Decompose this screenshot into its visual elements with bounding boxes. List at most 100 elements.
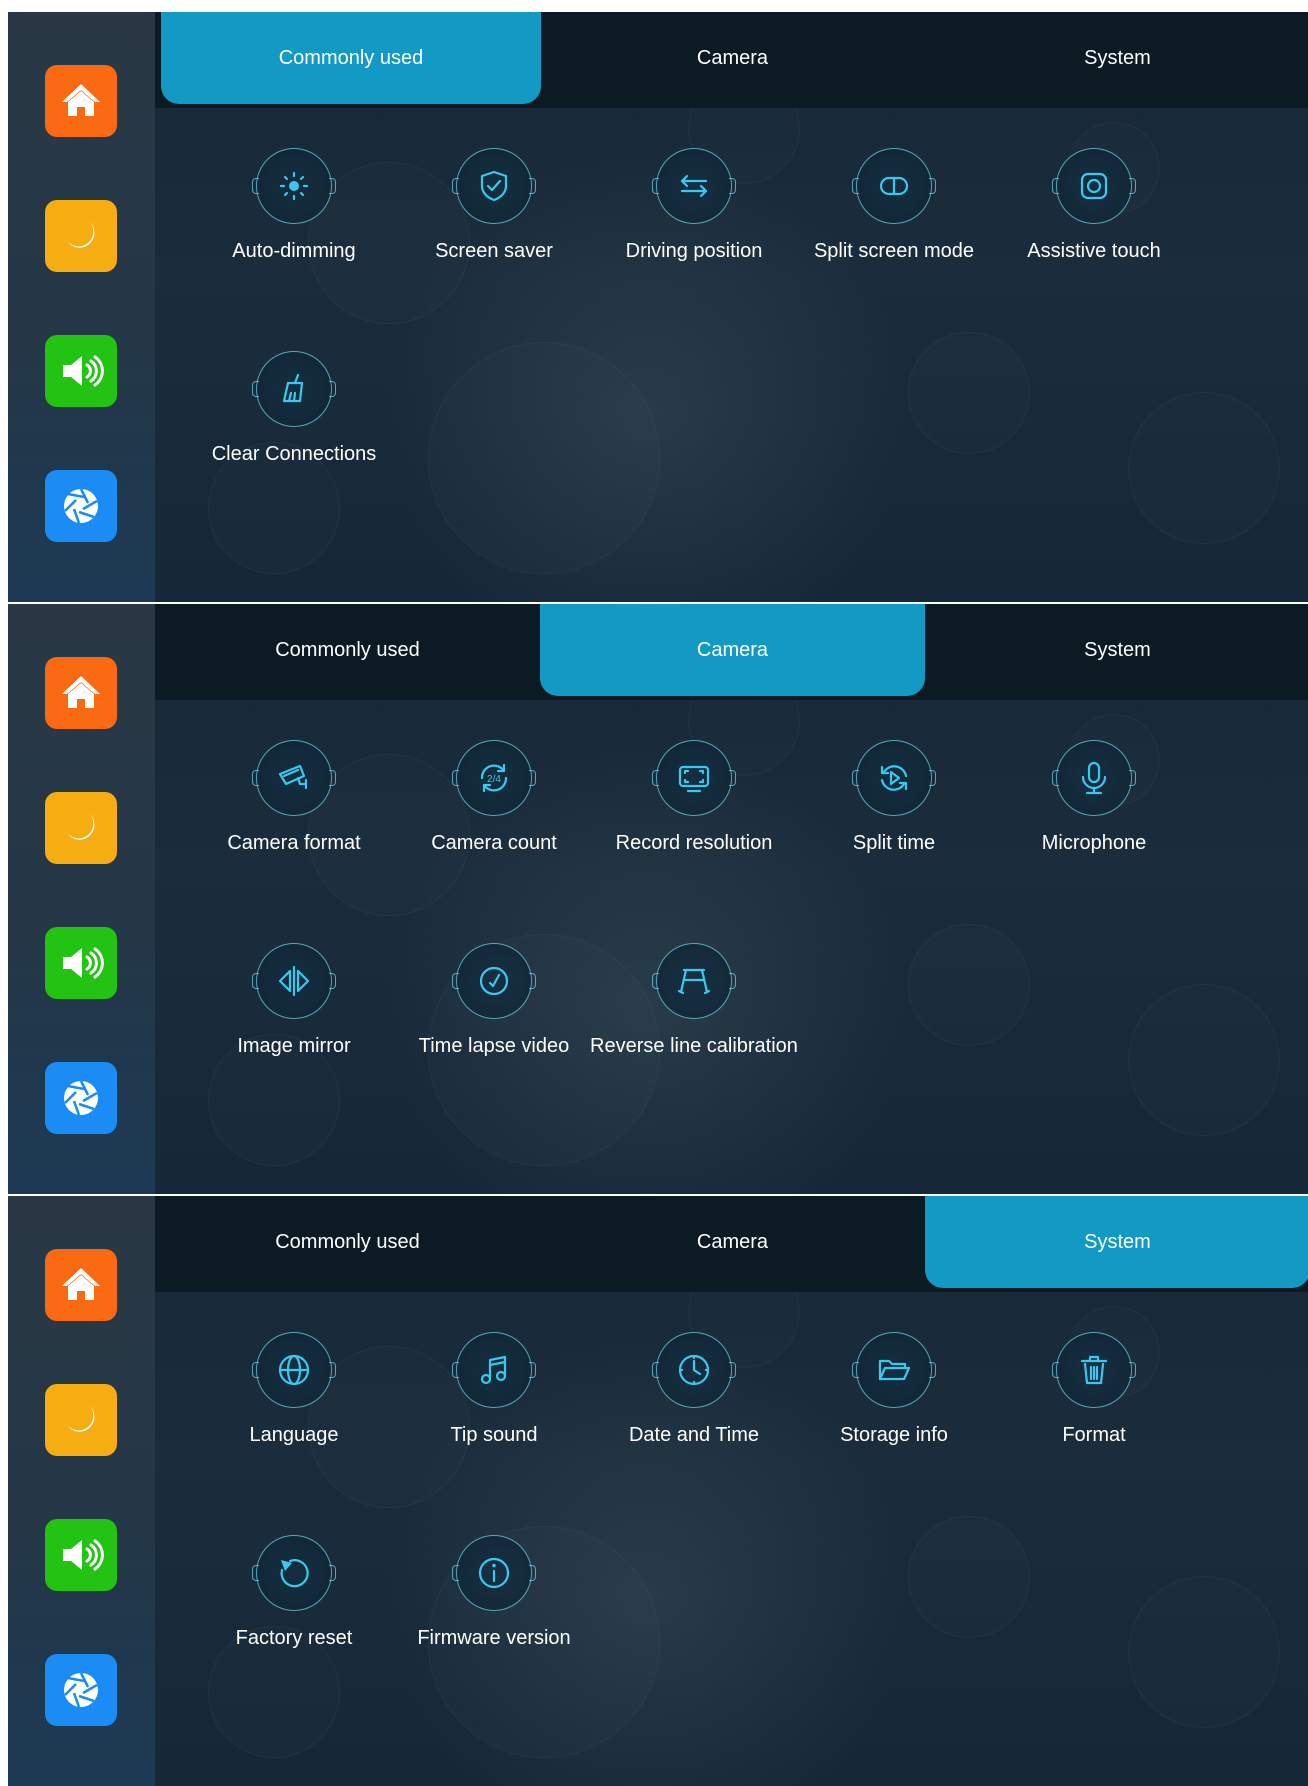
sidebar-aperture-button[interactable] <box>45 1654 117 1726</box>
camera-count-badge: 2/4 <box>487 774 501 785</box>
setting-screen-saver-button[interactable]: Screen saver <box>381 148 607 263</box>
sidebar <box>8 604 155 1194</box>
home-icon <box>58 78 104 124</box>
tab-system[interactable]: System <box>925 604 1308 696</box>
reverse-lines-icon <box>652 943 736 1019</box>
sidebar-home-button[interactable] <box>45 1249 117 1321</box>
tab-bar: Commonly used Camera System <box>155 1196 1308 1292</box>
setting-split-screen-mode-button[interactable]: Split screen mode <box>781 148 1007 263</box>
speaker-icon <box>58 348 104 394</box>
info-icon <box>452 1535 536 1611</box>
setting-label: Firmware version <box>417 1627 571 1649</box>
setting-label: Camera format <box>227 832 361 854</box>
tab-camera[interactable]: Camera <box>540 12 925 104</box>
sidebar-aperture-button[interactable] <box>45 470 117 542</box>
tab-camera[interactable]: Camera <box>540 604 925 696</box>
setting-label: Camera count <box>431 832 557 854</box>
sidebar-home-button[interactable] <box>45 657 117 729</box>
shield-check-icon <box>452 148 536 224</box>
setting-reverse-line-calibration-button[interactable]: Reverse line calibration <box>581 943 807 1058</box>
sidebar-speaker-button[interactable] <box>45 1519 117 1591</box>
setting-label: Microphone <box>1041 832 1147 854</box>
brightness-icon <box>252 148 336 224</box>
setting-firmware-version-button[interactable]: Firmware version <box>381 1535 607 1650</box>
home-icon <box>58 1262 104 1308</box>
settings-screen: Commonly used Camera System Auto-dimming Scr… <box>8 12 1308 602</box>
setting-format-button[interactable]: Format <box>981 1332 1207 1447</box>
setting-clear-connections-button[interactable]: Clear Connections <box>181 351 407 466</box>
setting-label: Auto-dimming <box>232 240 356 262</box>
setting-record-resolution-button[interactable]: Record resolution <box>581 740 807 855</box>
setting-label: Date and Time <box>628 1424 760 1446</box>
assistive-touch-icon <box>1052 148 1136 224</box>
mirror-icon <box>252 943 336 1019</box>
settings-screen: Commonly used Camera System Language Tip sou… <box>8 1196 1308 1786</box>
speaker-icon <box>58 1532 104 1578</box>
clock-icon <box>652 1332 736 1408</box>
setting-time-lapse-video-button[interactable]: Time lapse video <box>381 943 607 1058</box>
tab-bar: Commonly used Camera System <box>155 604 1308 700</box>
tab-camera[interactable]: Camera <box>540 1196 925 1288</box>
moon-icon <box>58 805 104 851</box>
setting-auto-dimming-button[interactable]: Auto-dimming <box>181 148 407 263</box>
settings-grid: Language Tip sound Date and Time Storage in… <box>155 1292 1308 1786</box>
sidebar-speaker-button[interactable] <box>45 927 117 999</box>
split-screen-icon <box>852 148 936 224</box>
home-icon <box>58 670 104 716</box>
setting-image-mirror-button[interactable]: Image mirror <box>181 943 407 1058</box>
sidebar <box>8 12 155 602</box>
screens-container: Commonly used Camera System Auto-dimming Scr… <box>8 12 1308 1786</box>
broom-icon <box>252 351 336 427</box>
settings-grid: Camera format 2/4 Camera count Record resol… <box>155 700 1308 1194</box>
resolution-screen-icon <box>652 740 736 816</box>
sidebar-home-button[interactable] <box>45 65 117 137</box>
reset-icon <box>252 1535 336 1611</box>
tab-commonly-used[interactable]: Commonly used <box>155 1196 540 1288</box>
sidebar-moon-button[interactable] <box>45 792 117 864</box>
moon-icon <box>58 1397 104 1443</box>
setting-label: Storage info <box>840 1424 948 1446</box>
setting-label: Reverse line calibration <box>590 1035 798 1057</box>
tab-commonly-used[interactable]: Commonly used <box>155 604 540 696</box>
setting-microphone-button[interactable]: Microphone <box>981 740 1207 855</box>
aperture-icon <box>58 1075 104 1121</box>
music-note-icon <box>452 1332 536 1408</box>
setting-label: Time lapse video <box>418 1035 570 1057</box>
setting-driving-position-button[interactable]: Driving position <box>581 148 807 263</box>
sidebar-moon-button[interactable] <box>45 1384 117 1456</box>
camera-count-icon: 2/4 <box>452 740 536 816</box>
setting-label: Clear Connections <box>211 443 377 465</box>
setting-language-button[interactable]: Language <box>181 1332 407 1447</box>
aperture-icon <box>58 1667 104 1713</box>
sidebar-speaker-button[interactable] <box>45 335 117 407</box>
setting-tip-sound-button[interactable]: Tip sound <box>381 1332 607 1447</box>
sidebar-aperture-button[interactable] <box>45 1062 117 1134</box>
tab-system[interactable]: System <box>925 1196 1308 1288</box>
setting-label: Format <box>1062 1424 1126 1446</box>
sidebar-moon-button[interactable] <box>45 200 117 272</box>
setting-storage-info-button[interactable]: Storage info <box>781 1332 1007 1447</box>
play-cycle-icon <box>852 740 936 816</box>
stopwatch-icon <box>452 943 536 1019</box>
globe-icon <box>252 1332 336 1408</box>
setting-split-time-button[interactable]: Split time <box>781 740 1007 855</box>
setting-assistive-touch-button[interactable]: Assistive touch <box>981 148 1207 263</box>
setting-label: Image mirror <box>237 1035 351 1057</box>
tab-system[interactable]: System <box>925 12 1308 104</box>
setting-label: Split screen mode <box>813 240 975 262</box>
cctv-icon <box>252 740 336 816</box>
setting-camera-format-button[interactable]: Camera format <box>181 740 407 855</box>
moon-icon <box>58 213 104 259</box>
settings-screen: Commonly used Camera System Camera format 2/… <box>8 604 1308 1194</box>
setting-label: Driving position <box>625 240 763 262</box>
tab-commonly-used[interactable]: Commonly used <box>161 12 541 104</box>
setting-label: Screen saver <box>435 240 553 262</box>
swap-arrows-icon <box>652 148 736 224</box>
setting-date-and-time-button[interactable]: Date and Time <box>581 1332 807 1447</box>
speaker-icon <box>58 940 104 986</box>
setting-factory-reset-button[interactable]: Factory reset <box>181 1535 407 1650</box>
trash-icon <box>1052 1332 1136 1408</box>
setting-camera-count-button[interactable]: 2/4 Camera count <box>381 740 607 855</box>
settings-grid: Auto-dimming Screen saver Driving position… <box>155 108 1308 602</box>
sidebar <box>8 1196 155 1786</box>
